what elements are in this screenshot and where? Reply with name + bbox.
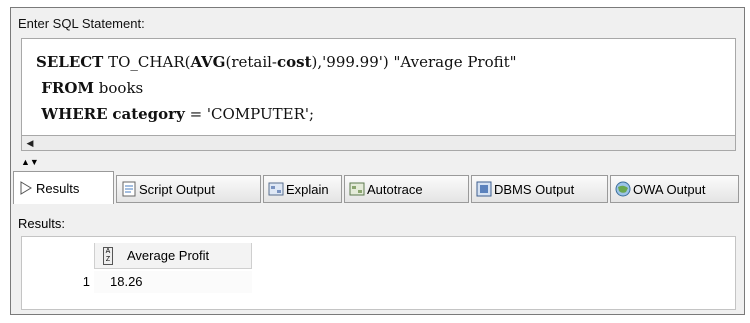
sql-token: TO_CHAR( xyxy=(103,53,191,71)
editor-label: Enter SQL Statement: xyxy=(18,16,145,31)
sort-icon[interactable]: AZ xyxy=(103,246,113,265)
tab-owa-output[interactable]: OWA Output xyxy=(610,175,739,203)
sql-token: ),'999.99') "Average Profit" xyxy=(311,53,517,71)
tab-autotrace[interactable]: Autotrace xyxy=(344,175,469,203)
sql-editor[interactable]: SELECT TO_CHAR(AVG(retail-cost),'999.99'… xyxy=(21,38,736,148)
tab-dbms-output[interactable]: DBMS Output xyxy=(471,175,608,203)
tab-explain[interactable]: Explain xyxy=(263,175,342,203)
dbms-icon xyxy=(476,181,492,197)
tab-label: OWA Output xyxy=(633,181,706,197)
tab-script-output[interactable]: Script Output xyxy=(116,175,261,203)
owa-globe-icon xyxy=(615,181,631,197)
sql-token: = 'COMPUTER'; xyxy=(184,105,315,123)
horizontal-scrollbar[interactable]: ◀ xyxy=(21,135,736,151)
tab-results[interactable]: Results xyxy=(13,171,114,204)
tab-label: Autotrace xyxy=(367,181,423,197)
tab-label: Explain xyxy=(286,181,329,197)
sql-line[interactable]: WHERE category = 'COMPUTER'; xyxy=(36,101,517,127)
autotrace-icon xyxy=(349,181,365,197)
splitter-arrows-icon[interactable]: ▲▼ xyxy=(21,158,39,167)
sql-keyword: FROM xyxy=(36,79,95,97)
explain-icon xyxy=(268,181,284,197)
row-number: 1 xyxy=(82,274,90,289)
tab-label: Script Output xyxy=(139,181,215,197)
table-cell[interactable]: 18.26 xyxy=(94,271,252,293)
scroll-left-icon[interactable]: ◀ xyxy=(24,136,36,150)
sql-keyword: cost xyxy=(277,53,312,71)
sql-line[interactable]: FROM books xyxy=(36,75,517,101)
sql-token: books xyxy=(94,79,144,97)
sql-token: (retail- xyxy=(225,53,278,71)
script-icon xyxy=(121,181,137,197)
sql-keyword: category xyxy=(112,105,185,123)
sql-worksheet-panel: Enter SQL Statement: SELECT TO_CHAR(AVG(… xyxy=(10,7,745,315)
results-label: Results: xyxy=(18,216,65,231)
tab-label: DBMS Output xyxy=(494,181,575,197)
play-arrow-icon xyxy=(18,180,34,196)
sql-line[interactable]: SELECT TO_CHAR(AVG(retail-cost),'999.99'… xyxy=(36,49,517,75)
sql-keyword: WHERE xyxy=(36,105,108,123)
sql-keyword: SELECT xyxy=(36,53,104,71)
results-grid: AZ Average Profit 1 18.26 xyxy=(21,236,736,310)
column-header-average-profit[interactable]: AZ Average Profit xyxy=(94,243,252,269)
tab-label: Results xyxy=(36,180,80,196)
column-header-label: Average Profit xyxy=(127,248,210,263)
sql-keyword: AVG xyxy=(190,53,226,71)
sql-text[interactable]: SELECT TO_CHAR(AVG(retail-cost),'999.99'… xyxy=(36,49,517,127)
